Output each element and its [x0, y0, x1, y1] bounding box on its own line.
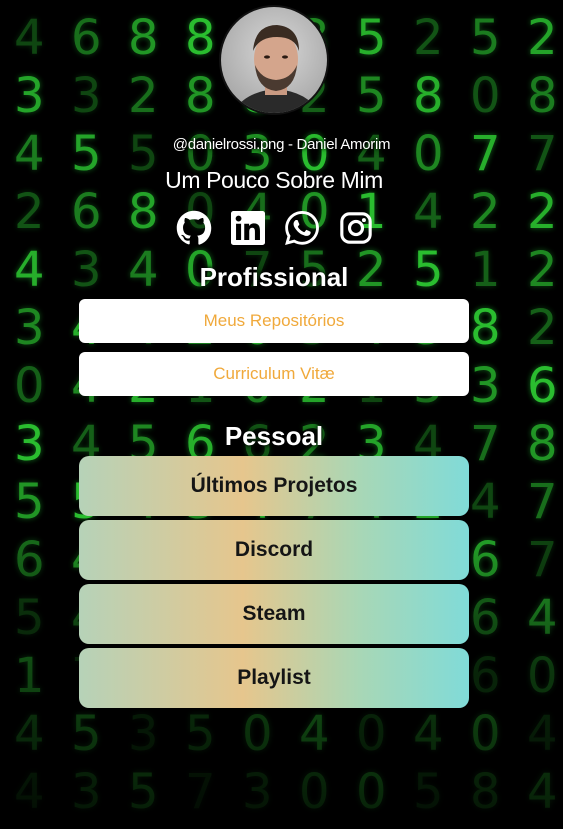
- instagram-icon: [340, 212, 372, 244]
- discord-button[interactable]: Discord: [79, 520, 469, 580]
- avatar: [219, 5, 329, 115]
- whatsapp-icon: [285, 211, 319, 245]
- about-heading: Um Pouco Sobre Mim: [165, 167, 383, 193]
- personal-section-title: Pessoal: [224, 421, 324, 451]
- github-link[interactable]: [175, 209, 213, 247]
- steam-button[interactable]: Steam: [79, 584, 469, 644]
- social-links: [175, 209, 375, 247]
- linkedin-icon: [231, 211, 265, 245]
- linkedin-link[interactable]: [229, 209, 267, 247]
- my-repositories-button[interactable]: Meus Repositórios: [79, 299, 469, 343]
- avatar-image: [221, 7, 327, 113]
- professional-section-title: Profissional: [199, 262, 349, 292]
- latest-projects-button[interactable]: Últimos Projetos: [79, 456, 469, 516]
- playlist-button[interactable]: Playlist: [79, 648, 469, 708]
- username-line: @danielrossi.png - Daniel Amorim: [172, 136, 391, 153]
- instagram-link[interactable]: [337, 209, 375, 247]
- curriculum-vitae-button[interactable]: Curriculum Vitæ: [79, 352, 469, 396]
- whatsapp-link[interactable]: [283, 209, 321, 247]
- github-icon: [176, 210, 212, 245]
- linktree-page: @danielrossi.png - Daniel Amorim Um Pouc…: [0, 0, 563, 829]
